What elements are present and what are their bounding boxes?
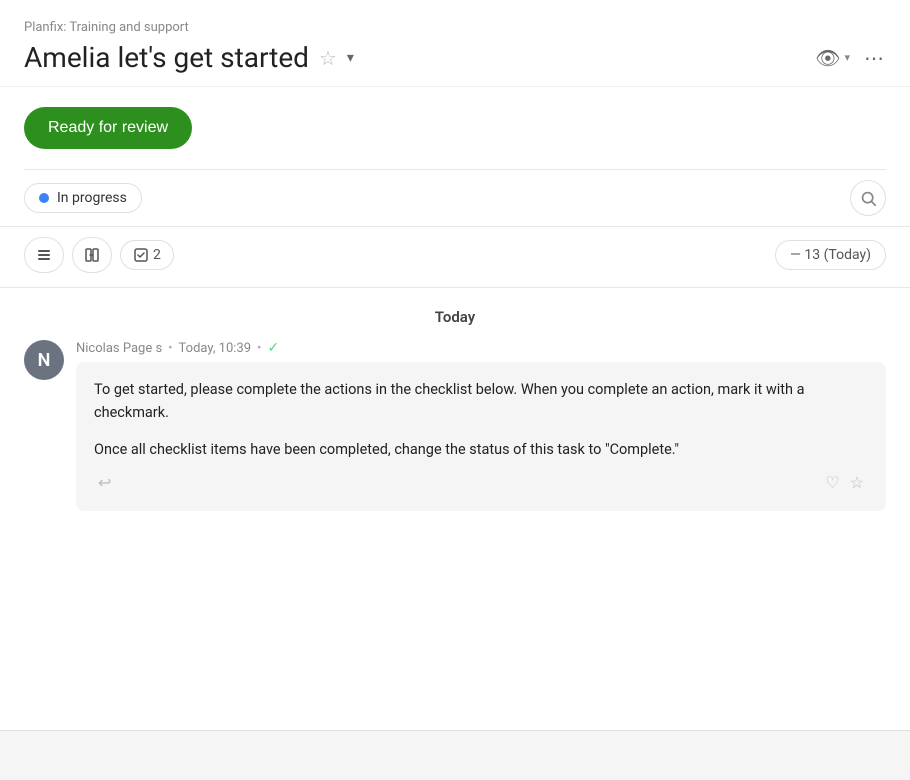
reply-icon[interactable]: ↩ xyxy=(98,470,111,496)
page-header: Planfix: Training and support Amelia let… xyxy=(0,0,910,87)
message-actions: ↩ ♡ ☆ xyxy=(94,462,868,496)
date-info-button[interactable]: — 13 (Today) xyxy=(775,240,886,270)
status-badge[interactable]: In progress xyxy=(24,183,142,213)
date-header: Today xyxy=(24,288,886,340)
message-body: Nicolas Page s • Today, 10:39 • ✓ To get… xyxy=(76,340,886,511)
favorite-icon[interactable]: ☆ xyxy=(319,46,337,70)
heart-icon[interactable]: ♡ xyxy=(825,470,839,496)
columns-view-button[interactable] xyxy=(72,237,112,273)
search-button[interactable] xyxy=(850,180,886,216)
lines-icon xyxy=(36,247,52,263)
message-meta: Nicolas Page s • Today, 10:39 • ✓ xyxy=(76,340,886,356)
columns-icon xyxy=(84,247,100,263)
message-item: N Nicolas Page s • Today, 10:39 • ✓ To g… xyxy=(24,340,886,511)
message-bubble: To get started, please complete the acti… xyxy=(76,362,886,511)
ready-for-review-button[interactable]: Ready for review xyxy=(24,107,192,149)
read-check-icon: ✓ xyxy=(267,340,279,356)
status-section: Ready for review xyxy=(0,87,910,170)
more-options-button[interactable]: ⋯ xyxy=(864,46,886,70)
star-message-icon[interactable]: ☆ xyxy=(850,470,864,496)
message-time: Today, 10:39 xyxy=(179,341,251,356)
meta-separator2: • xyxy=(257,341,261,356)
status-label: In progress xyxy=(57,190,127,206)
sender-name: Nicolas Page s xyxy=(76,341,162,356)
checklist-icon xyxy=(133,247,149,263)
message-paragraph-2: Once all checklist items have been compl… xyxy=(94,438,868,461)
action-icons: ♡ ☆ xyxy=(825,470,864,496)
page-title: Amelia let's get started xyxy=(24,41,309,74)
chevron-down-icon[interactable]: ▾ xyxy=(347,50,354,66)
breadcrumb: Planfix: Training and support xyxy=(24,20,886,35)
title-left: Amelia let's get started ☆ ▾ xyxy=(24,41,354,74)
title-row: Amelia let's get started ☆ ▾ 👁 ▾ ⋯ xyxy=(24,41,886,74)
eye-chevron-icon: ▾ xyxy=(844,51,850,64)
message-paragraph-1: To get started, please complete the acti… xyxy=(94,378,868,424)
status-row: In progress xyxy=(0,170,910,227)
watch-button[interactable]: 👁 ▾ xyxy=(815,46,850,70)
title-actions: 👁 ▾ ⋯ xyxy=(815,46,886,70)
list-view-button[interactable] xyxy=(24,237,64,273)
toolbar-left: 2 xyxy=(24,237,174,273)
search-icon xyxy=(860,190,877,207)
avatar: N xyxy=(24,340,64,380)
eye-icon: 👁 xyxy=(815,46,840,70)
checklist-button[interactable]: 2 xyxy=(120,240,174,270)
status-dot xyxy=(39,193,49,203)
toolbar-row: 2 — 13 (Today) xyxy=(0,227,910,288)
meta-separator: • xyxy=(168,341,172,356)
feed-section: Today N Nicolas Page s • Today, 10:39 • … xyxy=(0,288,910,511)
toolbar-right: — 13 (Today) xyxy=(775,240,886,270)
bottom-bar xyxy=(0,730,910,780)
checklist-count: 2 xyxy=(153,247,161,263)
